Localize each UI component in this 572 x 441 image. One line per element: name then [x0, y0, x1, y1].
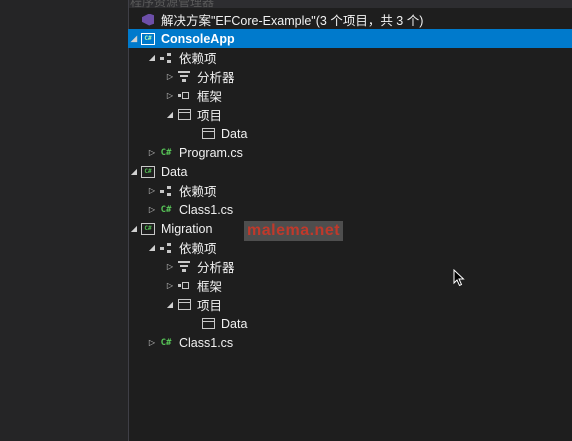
file-node-program-cs[interactable]: ▷ C# Program.cs: [128, 143, 572, 162]
project-node-migration[interactable]: ◢ C# Migration: [128, 219, 572, 238]
collapsed-chevron-icon[interactable]: ▷: [146, 200, 158, 219]
csharp-project-icon: C#: [140, 222, 156, 236]
csharp-file-icon: C#: [160, 147, 172, 158]
project-ref-icon: [176, 108, 192, 122]
watermark: malema.net: [244, 221, 344, 241]
project-label: Migration: [161, 221, 213, 236]
dependencies-icon: [158, 51, 174, 65]
node-label: 项目: [197, 299, 223, 313]
project-node-consoleapp[interactable]: ◢ C# ConsoleApp: [128, 29, 572, 48]
node-label: 依赖项: [179, 52, 217, 66]
solution-label: 解决方案"EFCore-Example"(3 个项目，共 3 个): [161, 14, 424, 28]
framework-icon: [176, 279, 192, 293]
file-node-class1-cs[interactable]: ▷ C# Class1.cs: [128, 333, 572, 352]
frameworks-node[interactable]: ▷ 框架: [128, 276, 572, 295]
frameworks-node[interactable]: ▷ 框架: [128, 86, 572, 105]
collapsed-chevron-icon[interactable]: ▷: [146, 143, 158, 162]
node-label: 框架: [197, 280, 223, 294]
file-node-class1-cs[interactable]: ▷ C# Class1.cs: [128, 200, 572, 219]
expanded-chevron-icon[interactable]: ◢: [128, 162, 140, 181]
analyzer-icon: [176, 70, 192, 84]
collapsed-chevron-icon[interactable]: ▷: [164, 257, 176, 276]
csharp-file-icon: C#: [160, 204, 172, 215]
project-ref-data[interactable]: Data: [128, 314, 572, 333]
analyzers-node[interactable]: ▷ 分析器: [128, 257, 572, 276]
projects-node[interactable]: ◢ 项目: [128, 105, 572, 124]
expanded-chevron-icon[interactable]: ◢: [128, 219, 140, 238]
projects-node[interactable]: ◢ 项目: [128, 295, 572, 314]
dependencies-node[interactable]: ▷ 依赖项: [128, 181, 572, 200]
expanded-chevron-icon[interactable]: ◢: [164, 295, 176, 314]
project-ref-icon: [176, 298, 192, 312]
collapsed-chevron-icon[interactable]: ▷: [164, 67, 176, 86]
expanded-chevron-icon[interactable]: ◢: [146, 238, 158, 257]
node-label: 项目: [197, 109, 223, 123]
solution-node[interactable]: 解决方案"EFCore-Example"(3 个项目，共 3 个): [128, 10, 572, 29]
dependencies-node[interactable]: ◢ 依赖项: [128, 48, 572, 67]
project-node-data[interactable]: ◢ C# Data: [128, 162, 572, 181]
top-strip-text: 程序资源管理器: [130, 0, 215, 9]
node-label: 依赖项: [179, 242, 217, 256]
csharp-file-icon: C#: [160, 337, 172, 348]
node-label: 依赖项: [179, 185, 217, 199]
node-label: Class1.cs: [179, 202, 234, 217]
solution-icon: [140, 13, 156, 27]
collapsed-chevron-icon[interactable]: ▷: [146, 333, 158, 352]
analyzer-icon: [176, 260, 192, 274]
node-label: 框架: [197, 90, 223, 104]
expanded-chevron-icon[interactable]: ◢: [128, 29, 140, 48]
csharp-project-icon: C#: [140, 32, 156, 46]
node-label: 分析器: [197, 71, 235, 85]
framework-icon: [176, 89, 192, 103]
node-label: Data: [221, 126, 248, 141]
expanded-chevron-icon[interactable]: ◢: [164, 105, 176, 124]
node-label: 分析器: [197, 261, 235, 275]
project-ref-icon: [200, 127, 216, 141]
dependencies-icon: [158, 241, 174, 255]
dependencies-icon: [158, 184, 174, 198]
mouse-cursor-icon: [453, 269, 465, 287]
project-label: Data: [161, 164, 188, 179]
project-label: ConsoleApp: [161, 31, 235, 46]
collapsed-chevron-icon[interactable]: ▷: [164, 276, 176, 295]
node-label: Class1.cs: [179, 335, 234, 350]
project-ref-icon: [200, 317, 216, 331]
node-label: Program.cs: [179, 145, 243, 160]
dependencies-node[interactable]: ◢ 依赖项: [128, 238, 572, 257]
expanded-chevron-icon[interactable]: ◢: [146, 48, 158, 67]
csharp-project-icon: C#: [140, 165, 156, 179]
project-ref-data[interactable]: Data: [128, 124, 572, 143]
analyzers-node[interactable]: ▷ 分析器: [128, 67, 572, 86]
collapsed-chevron-icon[interactable]: ▷: [164, 86, 176, 105]
left-gutter: [0, 0, 129, 441]
node-label: Data: [221, 316, 248, 331]
collapsed-chevron-icon[interactable]: ▷: [146, 181, 158, 200]
